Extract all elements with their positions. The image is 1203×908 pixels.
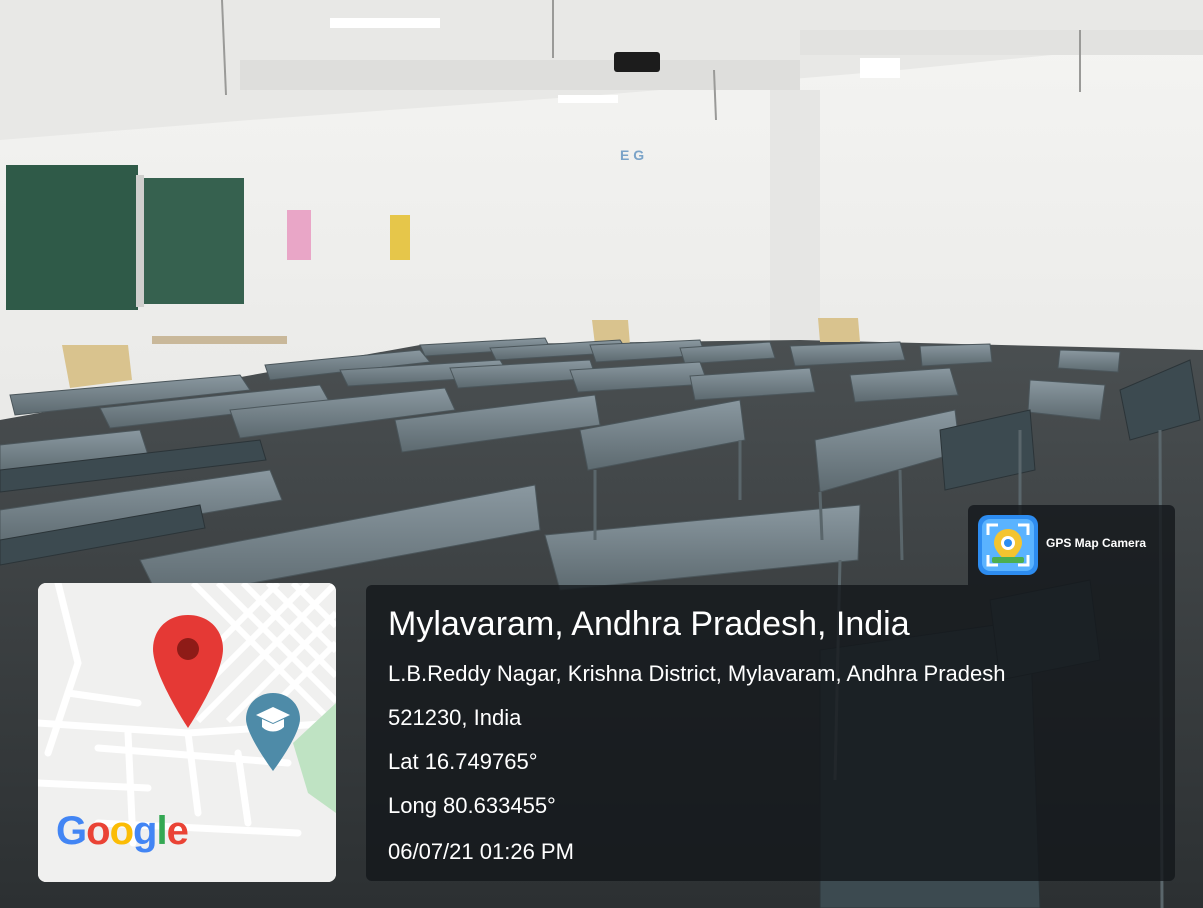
chalkboard <box>6 165 138 310</box>
wall-pillar <box>770 90 820 350</box>
latitude: Lat 16.749765° <box>388 749 538 774</box>
plastic-chair <box>818 318 860 342</box>
google-logo-letter: o <box>86 809 110 853</box>
photo-frame: E G GPS Map Camera Mylavaram, Andhra Pra… <box>0 0 1203 908</box>
ceiling-beam <box>240 60 800 90</box>
address-line-2: 521230, India <box>388 705 522 730</box>
date-time: 06/07/21 01:26 PM <box>388 839 574 864</box>
location-info-panel: Mylavaram, Andhra Pradesh, India L.B.Red… <box>366 585 1175 881</box>
chalkboard <box>142 178 244 304</box>
ceiling-beam-right <box>800 30 1203 55</box>
address-line-1: L.B.Reddy Nagar, Krishna District, Mylav… <box>388 661 1006 686</box>
tube-light <box>860 58 900 78</box>
google-logo-letter: G <box>56 809 87 853</box>
tube-light <box>330 18 440 28</box>
app-name: GPS Map Camera <box>1046 536 1147 550</box>
app-badge: GPS Map Camera <box>968 505 1175 585</box>
map-thumbnail[interactable]: Google <box>38 583 336 882</box>
projector <box>614 52 660 72</box>
tube-light <box>558 95 618 103</box>
google-logo-letter: g <box>133 809 157 853</box>
google-logo-letter: l <box>156 809 167 853</box>
google-logo: Google <box>56 809 189 854</box>
google-logo-letter: e <box>166 809 189 853</box>
wall-sign: E G <box>620 147 644 163</box>
poster <box>287 210 311 260</box>
teacher-table <box>152 336 287 344</box>
location-title: Mylavaram, Andhra Pradesh, India <box>388 605 910 643</box>
board-frame <box>136 175 144 307</box>
google-logo-letter: o <box>109 809 134 853</box>
gps-map-camera-app-icon <box>978 515 1038 575</box>
poster <box>390 215 410 260</box>
longitude: Long 80.633455° <box>388 793 556 818</box>
